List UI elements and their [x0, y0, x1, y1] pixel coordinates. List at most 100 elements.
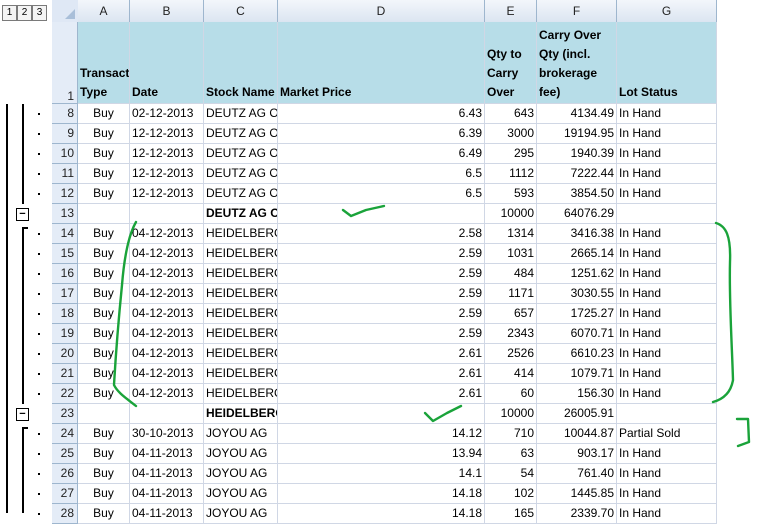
header-cell-f[interactable]: Amount of Carry Over Qty (incl. brokerag… — [537, 22, 617, 104]
table-cell-stock[interactable]: HEIDELBERG.DRUCKMA.O.N. — [204, 324, 278, 344]
column-header-b[interactable]: B — [130, 0, 204, 23]
table-cell-type[interactable]: Buy — [78, 464, 130, 484]
table-cell-type[interactable]: Buy — [78, 504, 130, 524]
column-header-e[interactable]: E — [485, 0, 537, 23]
table-cell-stock[interactable]: JOYOU AG — [204, 484, 278, 504]
total-cell-type[interactable] — [78, 204, 130, 224]
table-cell-amount[interactable]: 1079.71 — [537, 364, 617, 384]
outline-level-2-button[interactable]: 2 — [17, 5, 32, 21]
table-cell-status[interactable]: In Hand — [617, 144, 717, 164]
table-cell-type[interactable]: Buy — [78, 324, 130, 344]
total-cell-amount[interactable]: 26005.91 — [537, 404, 617, 424]
table-cell-date[interactable]: 02-12-2013 — [130, 104, 204, 124]
row-header[interactable]: 18 — [52, 304, 78, 324]
row-header[interactable]: 17 — [52, 284, 78, 304]
row-header[interactable]: 26 — [52, 464, 78, 484]
row-header[interactable]: 27 — [52, 484, 78, 504]
table-cell-qty[interactable]: 1112 — [485, 164, 537, 184]
table-cell-qty[interactable]: 102 — [485, 484, 537, 504]
row-header[interactable]: 9 — [52, 124, 78, 144]
table-cell-status[interactable]: In Hand — [617, 104, 717, 124]
table-cell-qty[interactable]: 484 — [485, 264, 537, 284]
table-cell-qty[interactable]: 643 — [485, 104, 537, 124]
table-cell-amount[interactable]: 903.17 — [537, 444, 617, 464]
table-cell-qty[interactable]: 657 — [485, 304, 537, 324]
total-cell-stock[interactable]: HEIDELBERG.DRUCKMA.O.N. Total — [204, 404, 278, 424]
table-cell-qty[interactable]: 1031 — [485, 244, 537, 264]
row-header-1[interactable]: 1 — [52, 22, 78, 104]
table-cell-amount[interactable]: 4134.49 — [537, 104, 617, 124]
header-cell-a[interactable]: Transaction Type — [78, 22, 130, 104]
table-cell-qty[interactable]: 414 — [485, 364, 537, 384]
table-cell-type[interactable]: Buy — [78, 124, 130, 144]
table-cell-date[interactable]: 12-12-2013 — [130, 164, 204, 184]
table-cell-amount[interactable]: 156.30 — [537, 384, 617, 404]
table-cell-price[interactable]: 6.43 — [278, 104, 485, 124]
table-cell-amount[interactable]: 3416.38 — [537, 224, 617, 244]
table-cell-qty[interactable]: 710 — [485, 424, 537, 444]
column-header-d[interactable]: D — [278, 0, 485, 23]
row-header[interactable]: 28 — [52, 504, 78, 524]
table-cell-price[interactable]: 6.5 — [278, 164, 485, 184]
table-cell-amount[interactable]: 1725.27 — [537, 304, 617, 324]
table-cell-stock[interactable]: JOYOU AG — [204, 504, 278, 524]
table-cell-status[interactable]: In Hand — [617, 264, 717, 284]
table-cell-status[interactable]: In Hand — [617, 364, 717, 384]
collapse-group-button[interactable]: − — [16, 408, 29, 421]
table-cell-date[interactable]: 04-12-2013 — [130, 244, 204, 264]
table-cell-date[interactable]: 04-12-2013 — [130, 284, 204, 304]
table-cell-price[interactable]: 2.61 — [278, 344, 485, 364]
table-cell-type[interactable]: Buy — [78, 484, 130, 504]
table-cell-status[interactable]: In Hand — [617, 384, 717, 404]
table-cell-type[interactable]: Buy — [78, 104, 130, 124]
table-cell-status[interactable]: In Hand — [617, 164, 717, 184]
table-cell-price[interactable]: 2.61 — [278, 364, 485, 384]
table-cell-stock[interactable]: HEIDELBERG.DRUCKMA.O.N. — [204, 224, 278, 244]
table-cell-amount[interactable]: 761.40 — [537, 464, 617, 484]
table-cell-stock[interactable]: JOYOU AG — [204, 424, 278, 444]
table-cell-status[interactable]: In Hand — [617, 284, 717, 304]
table-cell-stock[interactable]: HEIDELBERG.DRUCKMA.O.N. — [204, 244, 278, 264]
table-cell-type[interactable]: Buy — [78, 164, 130, 184]
table-cell-status[interactable]: In Hand — [617, 184, 717, 204]
column-header-g[interactable]: G — [617, 0, 717, 23]
total-cell-stock[interactable]: DEUTZ AG O.N. Total — [204, 204, 278, 224]
header-cell-e[interactable]: Qty to Carry Over — [485, 22, 537, 104]
table-cell-type[interactable]: Buy — [78, 284, 130, 304]
table-cell-type[interactable]: Buy — [78, 304, 130, 324]
table-cell-status[interactable]: In Hand — [617, 224, 717, 244]
table-cell-price[interactable]: 14.1 — [278, 464, 485, 484]
table-cell-date[interactable]: 04-12-2013 — [130, 364, 204, 384]
table-cell-status[interactable]: Partial Sold — [617, 424, 717, 444]
table-cell-qty[interactable]: 1314 — [485, 224, 537, 244]
table-cell-amount[interactable]: 10044.87 — [537, 424, 617, 444]
table-cell-price[interactable]: 13.94 — [278, 444, 485, 464]
table-cell-price[interactable]: 2.59 — [278, 324, 485, 344]
table-cell-date[interactable]: 12-12-2013 — [130, 184, 204, 204]
table-cell-date[interactable]: 04-12-2013 — [130, 324, 204, 344]
table-cell-status[interactable]: In Hand — [617, 504, 717, 524]
table-cell-stock[interactable]: DEUTZ AG O.N. — [204, 184, 278, 204]
table-cell-price[interactable]: 14.12 — [278, 424, 485, 444]
row-header[interactable]: 23 — [52, 404, 78, 424]
table-cell-price[interactable]: 2.59 — [278, 264, 485, 284]
table-cell-amount[interactable]: 7222.44 — [537, 164, 617, 184]
table-cell-status[interactable]: In Hand — [617, 464, 717, 484]
table-cell-status[interactable]: In Hand — [617, 324, 717, 344]
table-cell-date[interactable]: 30-10-2013 — [130, 424, 204, 444]
table-cell-qty[interactable]: 1171 — [485, 284, 537, 304]
table-cell-stock[interactable]: DEUTZ AG O.N. — [204, 144, 278, 164]
row-header[interactable]: 13 — [52, 204, 78, 224]
table-cell-type[interactable]: Buy — [78, 384, 130, 404]
total-cell-amount[interactable]: 64076.29 — [537, 204, 617, 224]
table-cell-status[interactable]: In Hand — [617, 484, 717, 504]
table-cell-date[interactable]: 12-12-2013 — [130, 144, 204, 164]
table-cell-amount[interactable]: 2339.70 — [537, 504, 617, 524]
table-cell-price[interactable]: 2.59 — [278, 244, 485, 264]
row-header[interactable]: 14 — [52, 224, 78, 244]
total-cell-date[interactable] — [130, 204, 204, 224]
table-cell-type[interactable]: Buy — [78, 364, 130, 384]
table-cell-price[interactable]: 6.5 — [278, 184, 485, 204]
header-cell-c[interactable]: Stock Name — [204, 22, 278, 104]
table-cell-date[interactable]: 04-11-2013 — [130, 504, 204, 524]
